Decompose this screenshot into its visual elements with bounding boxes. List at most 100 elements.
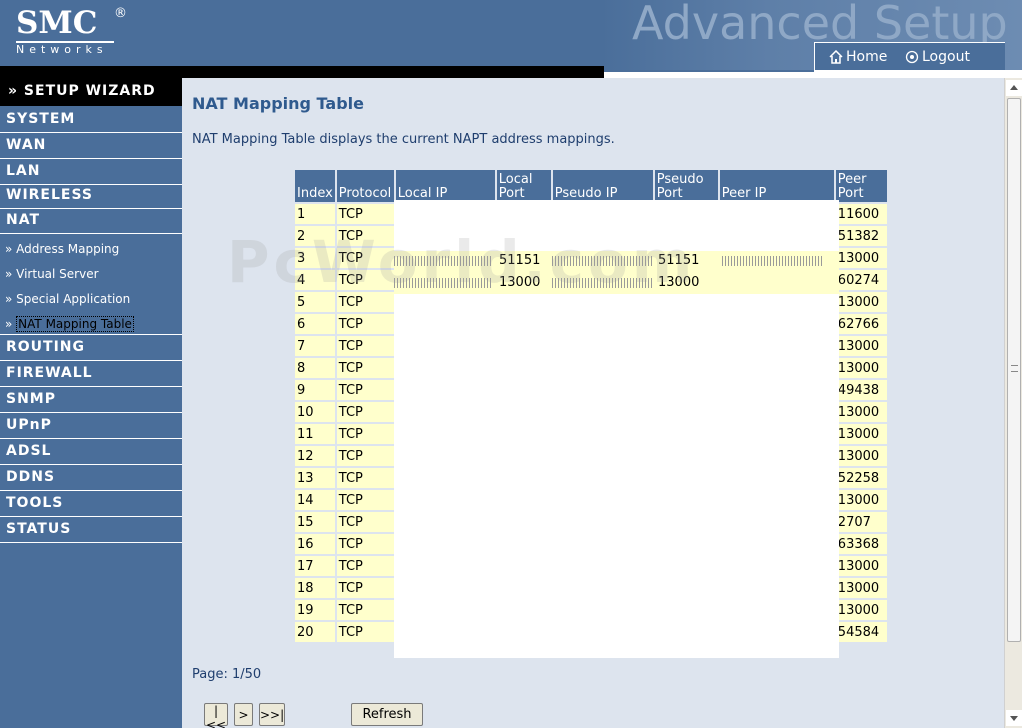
cell-peer-port: 51382 xyxy=(835,226,887,246)
home-icon xyxy=(829,49,843,64)
chevron-down-icon xyxy=(1010,716,1018,721)
wizard-bar xyxy=(0,66,604,78)
cell-index: 18 xyxy=(295,578,335,598)
cell-protocol: TCP xyxy=(336,292,394,312)
sidebar-item-snmp[interactable]: SNMP xyxy=(0,387,182,413)
sidebar-item-status[interactable]: STATUS xyxy=(0,517,182,543)
sidebar-item-firewall[interactable]: FIREWALL xyxy=(0,361,182,387)
cell-index: 14 xyxy=(295,490,335,510)
sidebar-sub-virtual-server[interactable]: » Virtual Server xyxy=(0,261,182,286)
cell-index: 4 xyxy=(295,270,335,290)
header-nav: Home Logout xyxy=(814,42,1005,71)
col-local-port: Local Port xyxy=(496,170,551,202)
col-protocol: Protocol xyxy=(336,170,394,202)
cell-protocol: TCP xyxy=(336,270,394,290)
cell-peer-port: 60274 xyxy=(835,270,887,290)
home-link[interactable]: Home xyxy=(829,49,887,65)
sidebar: » SETUP WIZARD SYSTEM WAN LAN WIRELESS N… xyxy=(0,78,182,728)
sidebar-item-lan[interactable]: LAN xyxy=(0,159,182,185)
scroll-down-button[interactable] xyxy=(1006,710,1022,726)
page-info: Page: 1/50 xyxy=(192,667,262,682)
cell-peer-port: 13000 xyxy=(835,600,887,620)
sidebar-item-adsl[interactable]: ADSL xyxy=(0,439,182,465)
scroll-grip-icon xyxy=(1011,365,1018,372)
cell-peer-port: 13000 xyxy=(835,578,887,598)
cell-index: 10 xyxy=(295,402,335,422)
cell-index: 1 xyxy=(295,204,335,224)
sidebar-sub-address-mapping[interactable]: » Address Mapping xyxy=(0,236,182,261)
row4-local-port: 13000 xyxy=(499,275,541,290)
sidebar-sub-bullet: » xyxy=(5,317,13,331)
cell-index: 20 xyxy=(295,622,335,642)
cell-protocol: TCP xyxy=(336,534,394,554)
cell-peer-port: 13000 xyxy=(835,556,887,576)
cell-peer-port: 49438 xyxy=(835,380,887,400)
sidebar-item-routing[interactable]: ROUTING xyxy=(0,335,182,361)
cell-peer-port: 62766 xyxy=(835,314,887,334)
cell-protocol: TCP xyxy=(336,512,394,532)
cell-index: 13 xyxy=(295,468,335,488)
sidebar-sub-special-application[interactable]: » Special Application xyxy=(0,286,182,311)
sidebar-item-nat[interactable]: NAT xyxy=(0,208,182,234)
cell-index: 8 xyxy=(295,358,335,378)
logout-label: Logout xyxy=(922,49,970,65)
cell-protocol: TCP xyxy=(336,204,394,224)
cell-peer-port: 2707 xyxy=(835,512,887,532)
cell-index: 3 xyxy=(295,248,335,268)
logo-registered-mark: ® xyxy=(114,6,127,21)
scroll-thumb[interactable] xyxy=(1007,98,1021,642)
sidebar-item-wan[interactable]: WAN xyxy=(0,133,182,159)
cell-peer-port: 13000 xyxy=(835,446,887,466)
cell-protocol: TCP xyxy=(336,556,394,576)
redaction-scribble xyxy=(552,278,652,288)
cell-peer-port: 13000 xyxy=(835,248,887,268)
cell-index: 16 xyxy=(295,534,335,554)
row4-pseudo-port: 13000 xyxy=(658,275,700,290)
sidebar-sub-label: NAT Mapping Table xyxy=(16,316,134,332)
col-local-ip: Local IP xyxy=(395,170,495,202)
cell-index: 2 xyxy=(295,226,335,246)
refresh-button[interactable]: Refresh xyxy=(351,703,423,726)
main-content: NAT Mapping Table NAT Mapping Table disp… xyxy=(182,78,1004,728)
page-title: NAT Mapping Table xyxy=(192,94,364,113)
next-page-button[interactable]: > xyxy=(234,703,253,726)
col-pseudo-port: Pseudo Port xyxy=(654,170,718,202)
scroll-up-button[interactable] xyxy=(1006,80,1022,96)
table-header-row: Index Protocol Local IP Local Port Pseud… xyxy=(295,170,887,202)
sidebar-item-system[interactable]: SYSTEM xyxy=(0,107,182,133)
sidebar-setup-wizard[interactable]: » SETUP WIZARD xyxy=(0,78,182,106)
sidebar-item-tools[interactable]: TOOLS xyxy=(0,491,182,517)
cell-protocol: TCP xyxy=(336,622,394,642)
cell-protocol: TCP xyxy=(336,380,394,400)
cell-protocol: TCP xyxy=(336,490,394,510)
smc-logo: SMC ® Networks xyxy=(16,5,127,57)
sidebar-item-upnp[interactable]: UPnP xyxy=(0,413,182,439)
cell-peer-port: 52258 xyxy=(835,468,887,488)
sidebar-item-wireless[interactable]: WIRELESS xyxy=(0,183,182,209)
col-index: Index xyxy=(295,170,335,202)
home-label: Home xyxy=(846,49,888,65)
redaction-scribble xyxy=(722,256,822,266)
cell-peer-port: 11600 xyxy=(835,204,887,224)
cell-peer-port: 13000 xyxy=(835,336,887,356)
redaction-scribble xyxy=(394,278,492,288)
header-rule xyxy=(604,70,814,72)
logo-brand: SMC xyxy=(16,5,98,41)
logout-link[interactable]: Logout xyxy=(905,49,970,65)
redaction-scribble xyxy=(394,256,492,266)
row3-local-port: 51151 xyxy=(499,253,541,268)
last-page-button[interactable]: >>| xyxy=(259,703,285,726)
first-page-button[interactable]: |<< xyxy=(204,703,228,728)
sidebar-item-ddns[interactable]: DDNS xyxy=(0,465,182,491)
col-peer-port: Peer Port xyxy=(835,170,887,202)
cell-index: 7 xyxy=(295,336,335,356)
sidebar-sub-nat-mapping-table[interactable]: » NAT Mapping Table xyxy=(0,311,182,336)
logout-icon xyxy=(905,50,919,64)
cell-protocol: TCP xyxy=(336,600,394,620)
vertical-scrollbar[interactable] xyxy=(1004,78,1022,728)
cell-index: 11 xyxy=(295,424,335,444)
cell-protocol: TCP xyxy=(336,446,394,466)
page-description: NAT Mapping Table displays the current N… xyxy=(192,132,615,147)
cell-peer-port: 54584 xyxy=(835,622,887,642)
cell-peer-port: 13000 xyxy=(835,292,887,312)
